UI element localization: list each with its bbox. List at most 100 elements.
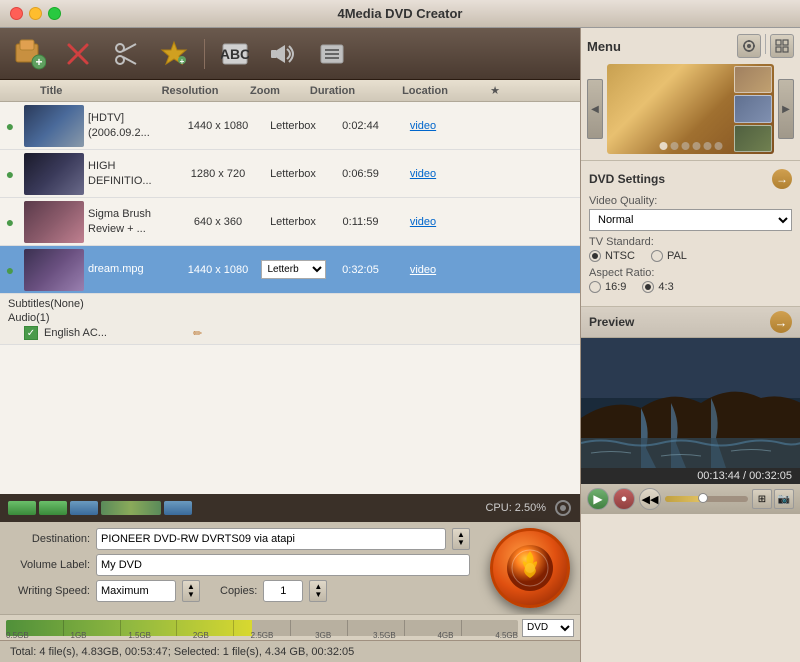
svg-text:ABC: ABC [221,46,249,62]
disk-space-bar: 0.5GB 1GB 1.5GB 2GB 2.5GB 3GB 3.5GB 4GB … [0,614,580,640]
close-button[interactable] [10,7,23,20]
audio-track-name: English AC... [44,327,107,339]
list-button[interactable] [311,34,351,74]
snapshot-button[interactable]: 📷 [774,489,794,509]
ntsc-option[interactable]: NTSC [589,250,635,262]
ratio-16-9-radio[interactable] [589,281,601,293]
dvd-settings: DVD Settings → Video Quality: Normal Hig… [581,161,800,307]
tv-standard-radio-group: NTSC PAL [589,250,792,262]
preview-video [581,338,800,468]
menu-thumb-3 [734,125,772,152]
delete-button[interactable] [58,34,98,74]
header-resolution: Resolution [150,85,230,97]
destination-spinner[interactable]: ▲ ▼ [452,528,470,550]
file-location-link[interactable]: video [393,264,453,276]
rewind-button[interactable]: ◀◀ [639,488,661,510]
menu-next-button[interactable]: ▶ [778,79,794,139]
file-zoom: Letterbox [258,216,328,228]
preview-expand-button[interactable]: → [770,311,792,333]
file-location-link[interactable]: video [393,168,453,180]
aspect-ratio-radio-group: 16:9 4:3 [589,281,792,293]
destination-input[interactable] [96,528,446,550]
stop-button[interactable]: ● [613,488,635,510]
audio-label: Audio(1) [8,312,50,324]
menu-dot-2 [670,142,678,150]
menu-prev-button[interactable]: ◀ [587,79,603,139]
ntsc-radio[interactable] [589,250,601,262]
file-title: [HDTV] (2006.09.2... [88,111,178,140]
subtitles-label: Subtitles(None) [8,298,84,310]
menu-header: Menu [587,34,794,58]
toolbar: + + [0,28,580,80]
copies-input[interactable] [263,580,303,602]
status-bar: Total: 4 file(s), 4.83GB, 00:53:47; Sele… [0,640,580,662]
timecode-text: 00:13:44 / 00:32:05 [697,470,792,482]
add-files-button[interactable]: + [10,34,50,74]
ratio-4-3-option[interactable]: 4:3 [642,281,673,293]
audio-track-item: ✓ English AC... ✏ [8,326,572,340]
file-thumbnail [24,249,84,291]
dvd-settings-title: DVD Settings [589,172,665,186]
audio-checkbox[interactable]: ✓ [24,326,38,340]
settings-expand-button[interactable]: → [772,169,792,189]
menu-grid-button[interactable] [770,34,794,58]
speed-spinner[interactable]: ▲ ▼ [182,580,200,602]
file-location-link[interactable]: video [393,216,453,228]
file-zoom-select[interactable]: Letterb Letterbox Pan&Scan Full [258,260,328,279]
ratio-16-9-option[interactable]: 16:9 [589,281,626,293]
title-text-button[interactable]: ABC [215,34,255,74]
expanded-details: Subtitles(None) Audio(1) ✓ English AC...… [0,294,580,345]
volume-label-input[interactable] [96,554,470,576]
table-row[interactable]: ● Sigma Brush Review + ... 640 x 360 Let… [0,198,580,246]
preview-video-content [581,338,800,468]
disk-used-bar [6,620,252,636]
row-check: ● [0,166,20,182]
burn-button[interactable] [490,528,570,608]
zoom-dropdown[interactable]: Letterb Letterbox Pan&Scan Full [261,260,326,279]
speed-label: Writing Speed: [10,585,90,597]
menu-title: Menu [587,39,621,54]
menu-preview-area: ◀ [587,64,794,154]
maximize-button[interactable] [48,7,61,20]
file-duration: 0:11:59 [328,216,393,228]
video-quality-select[interactable]: Normal High Low [589,209,792,231]
progress-seg-1 [8,501,36,515]
menu-dot-4 [692,142,700,150]
table-row[interactable]: ● dream.mpg 1440 x 1080 Letterb Letterbo… [0,246,580,294]
file-location-link[interactable]: video [393,120,453,132]
format-select[interactable]: DVD BD [522,619,574,637]
cut-button[interactable] [106,34,146,74]
copies-group: Copies: ▲ ▼ [220,580,327,602]
copies-spinner[interactable]: ▲ ▼ [309,580,327,602]
header-duration: Duration [300,85,365,97]
file-list-container: Title Resolution Zoom Duration Location … [0,80,580,494]
effect-button[interactable]: + [154,34,194,74]
file-list: ● [HDTV] (2006.09.2... 1440 x 1080 Lette… [0,102,580,494]
file-resolution: 1440 x 1080 [178,120,258,132]
writing-speed-row: Writing Speed: ▲ ▼ Copies: ▲ ▼ [10,580,470,602]
progress-bar: CPU: 2.50% [0,494,580,522]
pal-option[interactable]: PAL [651,250,687,262]
minimize-button[interactable] [29,7,42,20]
row-check: ● [0,214,20,230]
progress-seg-4 [164,501,192,515]
file-title: Sigma Brush Review + ... [88,207,178,236]
volume-label-row: Volume Label: [10,554,470,576]
pencil-icon[interactable]: ✏ [193,327,202,340]
pal-radio[interactable] [651,250,663,262]
table-row[interactable]: ● [HDTV] (2006.09.2... 1440 x 1080 Lette… [0,102,580,150]
playback-scrubber[interactable] [665,492,748,506]
ratio-4-3-label: 4:3 [658,281,673,293]
play-button[interactable]: ▶ [587,488,609,510]
menu-dot-1 [659,142,667,150]
settings-icon[interactable] [554,499,572,517]
speed-input[interactable] [96,580,176,602]
ratio-4-3-radio[interactable] [642,281,654,293]
video-quality-row: Video Quality: Normal High Low [589,195,792,231]
table-row[interactable]: ● HIGH DEFINITIO... 1280 x 720 Letterbox… [0,150,580,198]
audio-button[interactable] [263,34,303,74]
fullscreen-button[interactable]: ⊞ [752,489,772,509]
menu-settings-button[interactable] [737,34,761,58]
settings-header: DVD Settings → [589,169,792,189]
ctrl-icon-buttons: ⊞ 📷 [752,489,794,509]
